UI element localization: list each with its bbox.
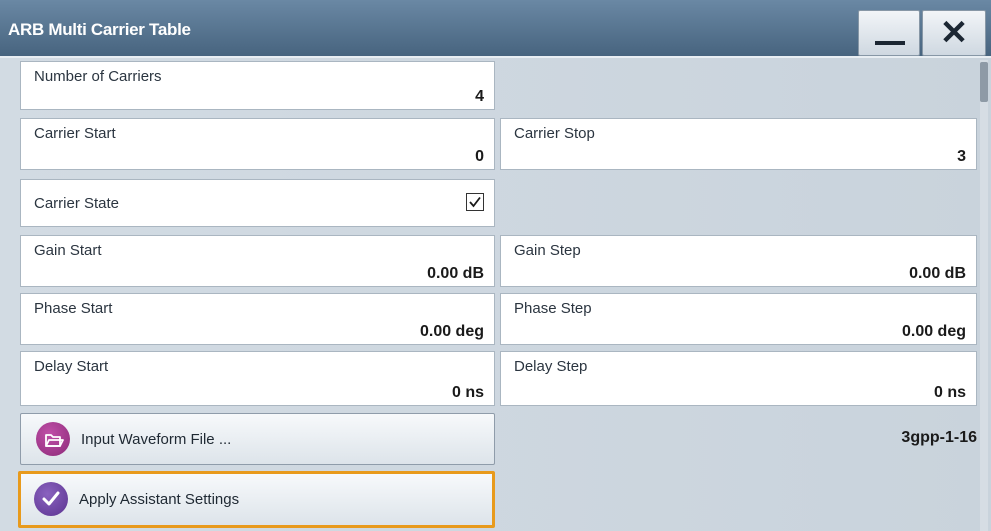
carrier-start-field[interactable]: Carrier Start 0 — [20, 118, 495, 170]
phase-step-label: Phase Step — [514, 300, 592, 317]
check-glyph — [42, 491, 60, 506]
folder-glyph — [45, 434, 64, 447]
phase-start-value: 0.00 deg — [419, 323, 484, 340]
apply-assistant-settings-button[interactable]: Apply Assistant Settings — [18, 471, 495, 528]
carrier-stop-label: Carrier Stop — [514, 125, 595, 142]
delay-step-label: Delay Step — [514, 358, 588, 375]
close-button[interactable]: ✕ — [922, 10, 986, 56]
gain-step-field[interactable]: Gain Step 0.00 dB — [500, 235, 977, 287]
carrier-start-value: 0 — [475, 148, 484, 165]
minimize-icon — [875, 41, 905, 45]
checkmark-icon — [469, 196, 481, 208]
gain-start-label: Gain Start — [34, 242, 102, 259]
carrier-stop-value: 3 — [957, 148, 966, 165]
scrollbar-thumb[interactable] — [980, 62, 988, 102]
title-bar[interactable]: ARB Multi Carrier Table ✕ — [0, 0, 991, 58]
input-waveform-file-button[interactable]: Input Waveform File ... — [20, 413, 495, 465]
delay-step-value: 0 ns — [933, 384, 966, 401]
carrier-state-checkbox[interactable] — [466, 193, 484, 211]
phase-start-field[interactable]: Phase Start 0.00 deg — [20, 293, 495, 345]
delay-start-value: 0 ns — [451, 384, 484, 401]
delay-step-field[interactable]: Delay Step 0 ns — [500, 351, 977, 406]
number-of-carriers-field[interactable]: Number of Carriers 4 — [20, 61, 495, 110]
number-of-carriers-value: 4 — [475, 88, 484, 105]
carrier-stop-field[interactable]: Carrier Stop 3 — [500, 118, 977, 170]
input-waveform-file-label: Input Waveform File ... — [81, 430, 232, 448]
carrier-state-label: Carrier State — [34, 194, 120, 212]
check-circle-icon — [34, 482, 68, 516]
gain-start-field[interactable]: Gain Start 0.00 dB — [20, 235, 495, 287]
close-icon: ✕ — [939, 14, 969, 52]
gain-step-value: 0.00 dB — [909, 265, 966, 282]
delay-start-field[interactable]: Delay Start 0 ns — [20, 351, 495, 406]
number-of-carriers-label: Number of Carriers — [34, 68, 162, 85]
gain-step-label: Gain Step — [514, 242, 581, 259]
phase-start-label: Phase Start — [34, 300, 113, 317]
delay-start-label: Delay Start — [34, 358, 109, 375]
gain-start-value: 0.00 dB — [427, 265, 484, 282]
minimize-button[interactable] — [858, 10, 920, 56]
carrier-start-label: Carrier Start — [34, 125, 116, 142]
waveform-file-value: 3gpp-1-16 — [901, 429, 977, 446]
vertical-scrollbar[interactable] — [980, 60, 988, 531]
folder-icon — [36, 422, 70, 456]
apply-assistant-settings-label: Apply Assistant Settings — [79, 491, 240, 508]
phase-step-field[interactable]: Phase Step 0.00 deg — [500, 293, 977, 345]
phase-step-value: 0.00 deg — [901, 323, 966, 340]
arb-multi-carrier-dialog: ARB Multi Carrier Table ✕ Number of Carr… — [0, 0, 991, 531]
carrier-state-field[interactable]: Carrier State — [20, 179, 495, 227]
window-title: ARB Multi Carrier Table — [8, 20, 191, 39]
